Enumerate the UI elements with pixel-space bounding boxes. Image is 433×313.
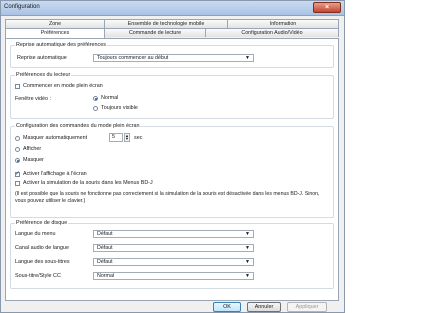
disc-group-title: Préférence de disque <box>15 220 69 226</box>
subtitle-language-value: Défaut <box>97 259 113 265</box>
auto-resume-group: Reprise automatique des préférences Repr… <box>10 42 334 68</box>
chevron-down-icon: ▼ <box>245 259 250 265</box>
auto-resume-value: Toujours commencer au début <box>97 55 169 61</box>
radio-show[interactable] <box>15 147 20 152</box>
menu-language-select[interactable]: Défaut ▼ <box>93 230 254 238</box>
auto-resume-select[interactable]: Toujours commencer au début ▼ <box>93 54 254 62</box>
mouse-sim-note: (Il est possible que la souris ne foncti… <box>15 191 320 204</box>
cancel-button[interactable]: Annuler <box>247 302 281 312</box>
tab-mobile-technology[interactable]: Ensemble de technologie mobile <box>104 19 228 28</box>
preferences-panel: Reprise automatique des préférences Repr… <box>5 38 339 301</box>
configuration-window: Configuration × Zone Ensemble de technol… <box>0 0 345 313</box>
player-group-title: Préférences du lecteur <box>15 72 72 78</box>
close-button[interactable]: × <box>313 2 341 13</box>
seconds-unit: sec <box>134 135 143 141</box>
tab-information[interactable]: Information <box>227 19 339 28</box>
ok-button[interactable]: OK <box>213 302 241 312</box>
spin-down-icon[interactable]: ▼ <box>125 137 129 141</box>
osd-label: Activer l'affichage à l'écran <box>23 171 87 177</box>
radio-show-label: Afficher <box>23 146 42 152</box>
chevron-down-icon: ▼ <box>245 231 250 237</box>
auto-resume-group-title: Reprise automatique des préférences <box>15 42 107 48</box>
player-group: Préférences du lecteur Commencer en mode… <box>10 72 334 119</box>
menu-language-label: Langue du menu <box>15 231 56 237</box>
auto-resume-label: Reprise automatique <box>17 55 67 61</box>
radio-always-visible[interactable] <box>93 106 98 111</box>
radio-always-visible-label: Toujours visible <box>101 105 138 111</box>
video-window-label: Fenêtre vidéo : <box>15 96 51 102</box>
osd-checkbox[interactable] <box>15 170 20 177</box>
tab-strip: Zone Ensemble de technologie mobile Info… <box>5 19 339 38</box>
subtitle-language-select[interactable]: Défaut ▼ <box>93 258 254 266</box>
window-title: Configuration <box>4 4 40 10</box>
tab-zone[interactable]: Zone <box>5 19 105 28</box>
fullscreen-label: Commencer en mode plein écran <box>23 83 103 89</box>
audio-language-value: Défaut <box>97 245 113 251</box>
radio-auto-hide[interactable] <box>15 136 20 141</box>
radio-hide-label: Masquer <box>23 157 44 163</box>
radio-normal[interactable] <box>93 96 98 101</box>
seconds-spinner[interactable]: ▲ ▼ <box>124 133 130 142</box>
subtitle-style-value: Normal <box>97 273 115 279</box>
mouse-sim-checkbox[interactable] <box>15 181 20 186</box>
fullscreen-controls-group-title: Configuration des commandes du mode plei… <box>15 123 141 129</box>
radio-auto-hide-label: Masquer automatiquement <box>23 135 88 141</box>
chevron-down-icon: ▼ <box>245 55 250 61</box>
menu-language-value: Défaut <box>97 231 113 237</box>
apply-button[interactable]: Appliquer <box>287 302 327 312</box>
seconds-input[interactable]: 5 <box>109 133 123 142</box>
fullscreen-checkbox[interactable] <box>15 84 20 89</box>
fullscreen-controls-group: Configuration des commandes du mode plei… <box>10 123 334 218</box>
subtitle-style-select[interactable]: Normal ▼ <box>93 272 254 280</box>
mouse-sim-label: Activer la simulation de la souris dans … <box>23 180 153 186</box>
tab-row-2: Préférences Commande de lecture Configur… <box>5 28 339 38</box>
title-bar: Configuration × <box>1 1 344 16</box>
disc-preferences-group: Préférence de disque Langue du menu Défa… <box>10 220 334 289</box>
tab-row-1: Zone Ensemble de technologie mobile Info… <box>5 19 339 28</box>
tab-audio-video[interactable]: Configuration Audio/Vidéo <box>205 28 339 37</box>
audio-language-select[interactable]: Défaut ▼ <box>93 244 254 252</box>
tab-preferences[interactable]: Préférences <box>5 28 105 38</box>
radio-normal-label: Normal <box>101 95 119 101</box>
tab-playback-control[interactable]: Commande de lecture <box>104 28 206 37</box>
chevron-down-icon: ▼ <box>245 273 250 279</box>
chevron-down-icon: ▼ <box>245 245 250 251</box>
audio-language-label: Canal audio de langue <box>15 245 69 251</box>
subtitle-language-label: Langue des sous-titres <box>15 259 70 265</box>
radio-hide[interactable] <box>15 158 20 163</box>
subtitle-style-label: Sous-titre/Style CC <box>15 273 61 279</box>
